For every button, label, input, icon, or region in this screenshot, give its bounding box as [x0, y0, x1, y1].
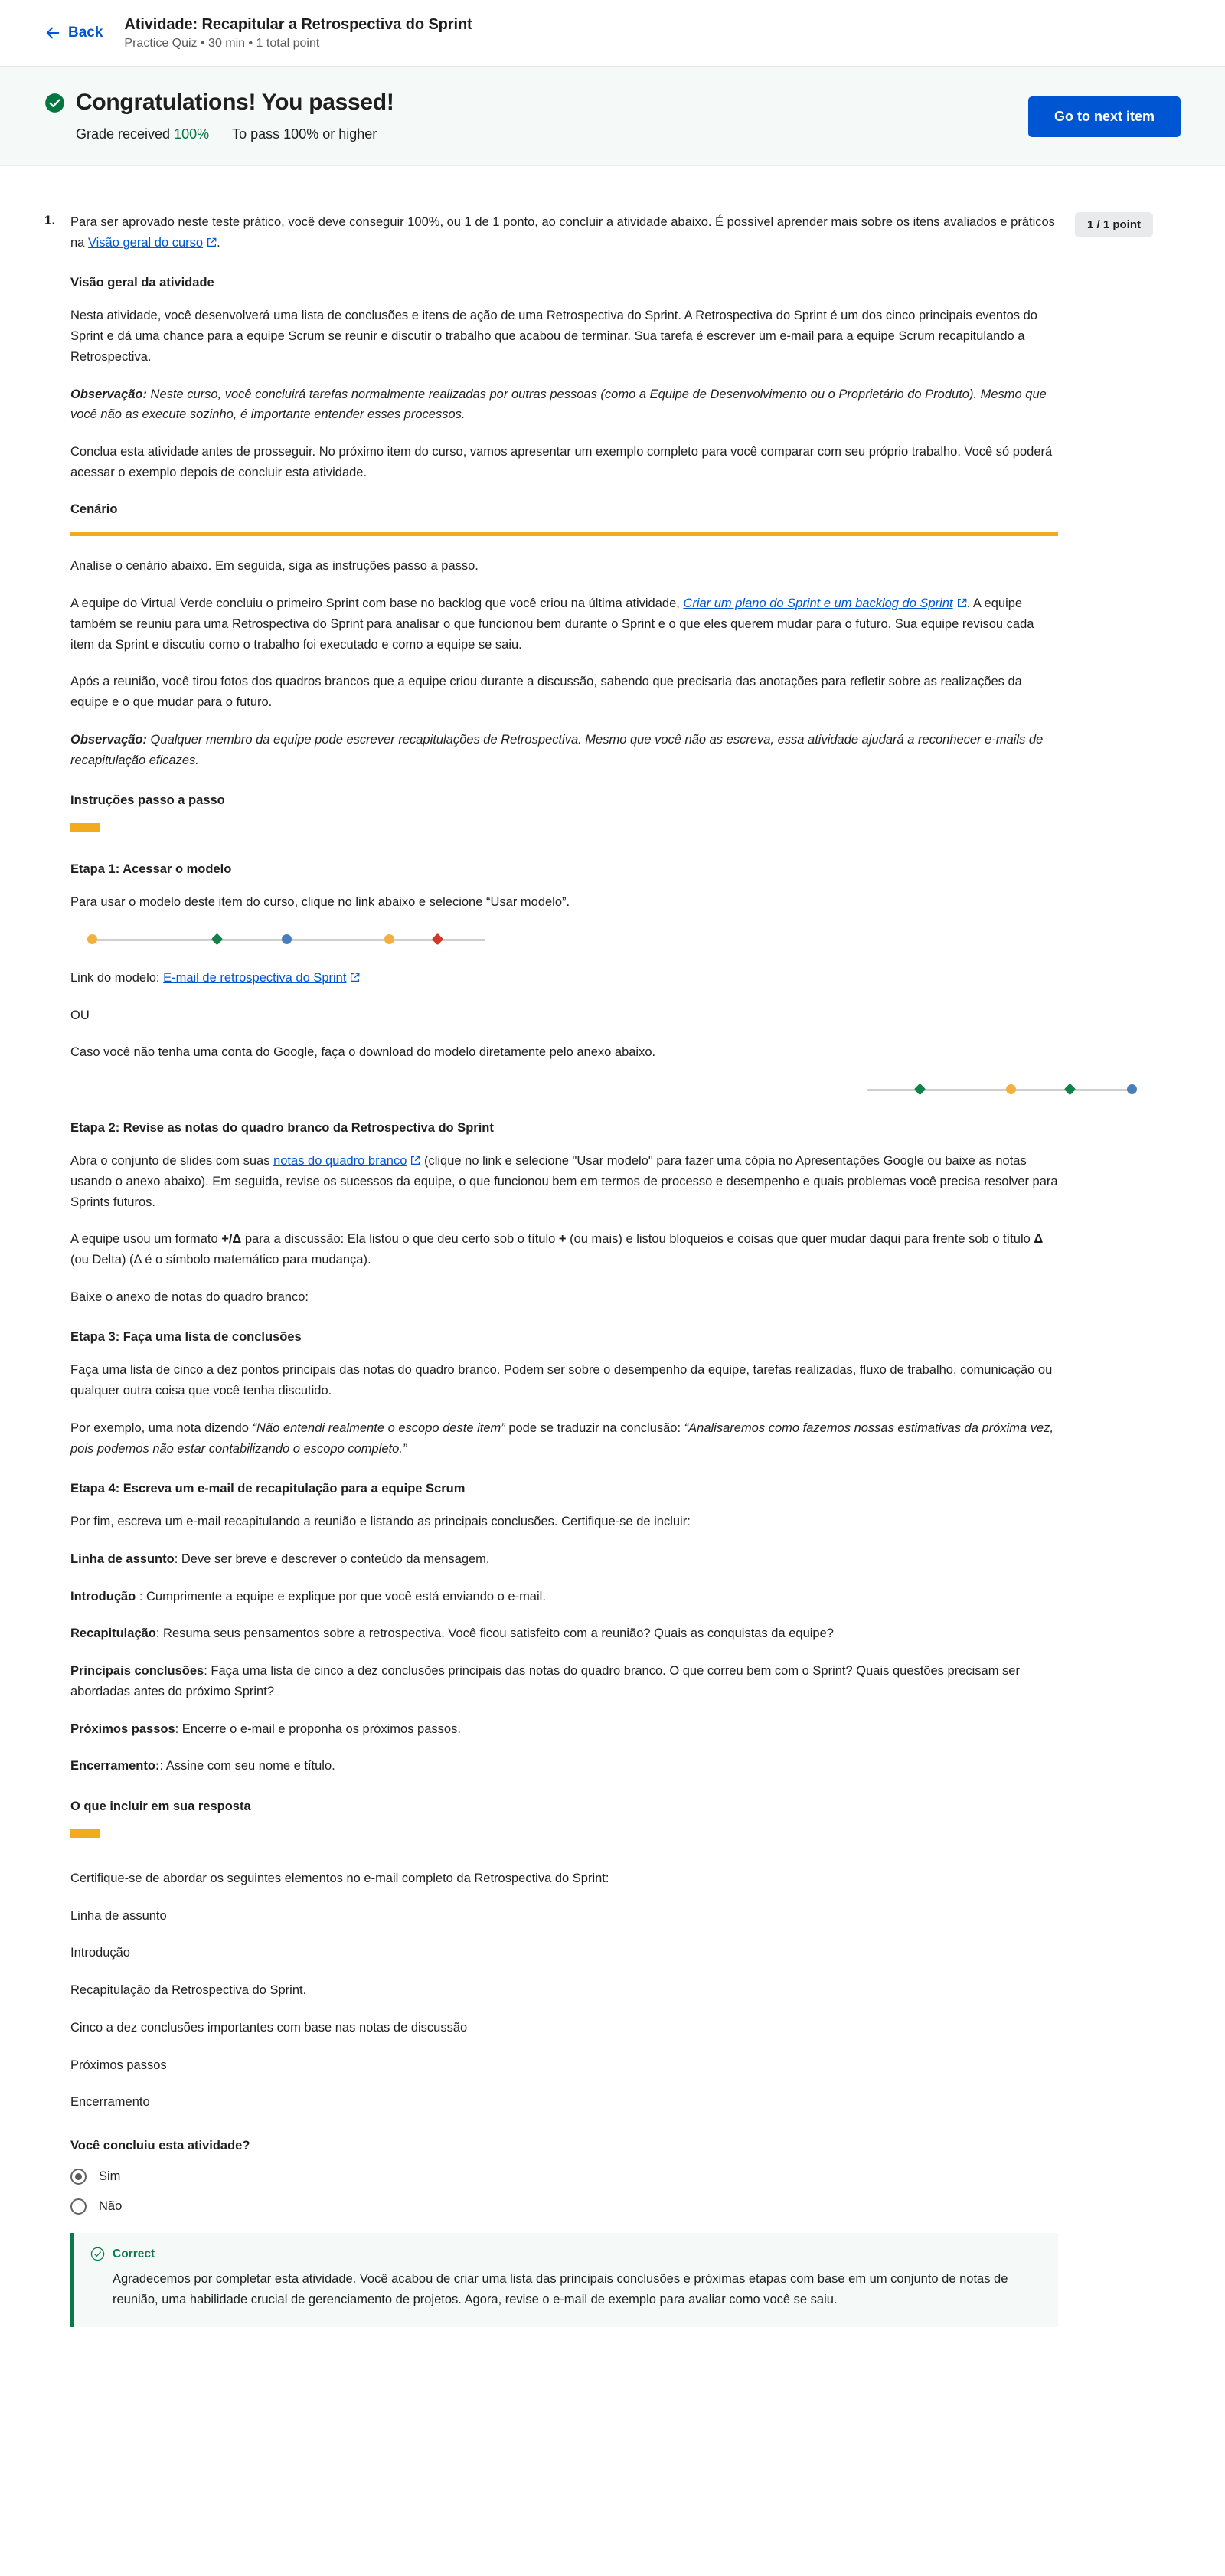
- step-1-paragraph-2: Caso você não tenha uma conta do Google,…: [70, 1045, 656, 1060]
- question-1: 1. Para ser aprovado neste teste prático…: [44, 212, 1181, 2327]
- marker-diamond-red: [431, 933, 444, 946]
- answer-prompt: Você concluiu esta atividade?: [70, 2139, 250, 2153]
- step-1-or: OU: [70, 1008, 90, 1022]
- radio-button[interactable]: [70, 2198, 87, 2215]
- external-link-icon: [957, 598, 966, 608]
- back-arrow-icon: [46, 27, 60, 39]
- radio-option-nao[interactable]: Não: [70, 2198, 1058, 2215]
- feedback-text: Agradecemos por completar esta atividade…: [113, 2272, 1008, 2306]
- question-number: 1.: [44, 213, 56, 227]
- radio-option-label: Sim: [99, 2169, 121, 2184]
- step-2-paragraph-3: Baixe o anexo de notas do quadro branco:: [70, 1290, 309, 1304]
- include-item: Encerramento: [70, 2095, 150, 2110]
- step-2-heading: Etapa 2: Revise as notas do quadro branc…: [70, 1121, 494, 1136]
- grade-received: Grade received 100%: [76, 126, 210, 142]
- include-item: Próximos passos: [70, 2058, 167, 2072]
- step-1-paragraph: Para usar o modelo deste item do curso, …: [70, 895, 570, 910]
- feedback-header: Correct: [90, 2247, 1040, 2261]
- radio-option-sim[interactable]: Sim: [70, 2169, 1058, 2185]
- feedback-correct-box: Correct Agradecemos por completar esta a…: [70, 2233, 1058, 2327]
- instructions-heading: Instruções passo a passo: [70, 793, 225, 808]
- question-intro: Para ser aprovado neste teste prático, v…: [70, 215, 1055, 250]
- question-body: Para ser aprovado neste teste prático, v…: [70, 212, 1137, 2327]
- go-to-next-item-button[interactable]: Go to next item: [1027, 96, 1181, 137]
- marker-diamond-green: [913, 1083, 926, 1096]
- step-4-item: Principais conclusões: Faça uma lista de…: [70, 1664, 1020, 1698]
- include-item: Introdução: [70, 1946, 130, 1960]
- overview-heading: Visão geral da atividade: [70, 276, 214, 290]
- scenario-divider: [70, 532, 1058, 537]
- marker-circle-yellow: [384, 933, 394, 944]
- points-badge: 1 / 1 point: [1075, 212, 1154, 237]
- observation-1: Observação: Neste curso, você concluirá …: [70, 387, 1047, 422]
- step-1-heading: Etapa 1: Acessar o modelo: [70, 862, 232, 877]
- include-item: Linha de assunto: [70, 1908, 167, 1923]
- scenario-paragraph-3: Após a reunião, você tirou fotos dos qua…: [70, 675, 1022, 710]
- quiz-meta: Practice Quiz • 30 min • 1 total point: [124, 36, 320, 50]
- page-title: Atividade: Recapitular a Retrospectiva d…: [124, 15, 472, 33]
- step-2-paragraph-2: A equipe usou um formato +/Δ para a disc…: [70, 1232, 1044, 1267]
- marker-circle-blue: [282, 933, 292, 944]
- course-overview-link[interactable]: Visão geral do curso: [88, 236, 203, 250]
- step-4-item: Recapitulação: Resuma seus pensamentos s…: [70, 1626, 834, 1641]
- marker-diamond-green: [211, 933, 224, 946]
- radio-button-selected[interactable]: [70, 2169, 87, 2185]
- step-1-template-link-row: Link do modelo: E-mail de retrospectiva …: [70, 968, 1058, 989]
- include-item: Recapitulação da Retrospectiva do Sprint…: [70, 1983, 307, 1998]
- step-4-item: Linha de assunto: Deve ser breve e descr…: [70, 1552, 490, 1566]
- marker-circle-yellow: [87, 933, 97, 944]
- radio-option-label: Não: [99, 2199, 122, 2214]
- step-4-item: Próximos passos: Encerre o e-mail e prop…: [70, 1721, 461, 1736]
- include-item: Cinco a dez conclusões importantes com b…: [70, 2020, 468, 2035]
- scenario-paragraph-2: A equipe do Virtual Verde concluiu o pri…: [70, 597, 1034, 652]
- step-4-item: Encerramento:: Assine com seu nome e tít…: [70, 1759, 335, 1773]
- instructions-divider: [70, 823, 100, 832]
- scenario-heading: Cenário: [70, 502, 118, 517]
- step-4-heading: Etapa 4: Escreva um e-mail de recapitula…: [70, 1482, 466, 1496]
- back-button-label: Back: [68, 25, 103, 41]
- quiz-content: 1. Para ser aprovado neste teste prático…: [0, 166, 1225, 2358]
- overview-paragraph-2: Conclua esta atividade antes de prossegu…: [70, 445, 1053, 479]
- grade-value: 100%: [174, 126, 210, 142]
- step-4-item: Introdução : Cumprimente a equipe e expl…: [70, 1589, 546, 1603]
- step-3-heading: Etapa 3: Faça uma lista de conclusões: [70, 1330, 302, 1345]
- feedback-title: Correct: [113, 2247, 155, 2261]
- include-divider: [70, 1829, 100, 1839]
- observation-2: Observação: Qualquer membro da equipe po…: [70, 732, 1044, 767]
- success-check-circle-icon: [45, 93, 64, 113]
- result-title: Congratulations! You passed!: [76, 90, 394, 115]
- top-bar: Back Atividade: Recapitular a Retrospect…: [0, 0, 1225, 67]
- step-2-paragraph-1: Abra o conjunto de slides com suas notas…: [70, 1154, 1058, 1209]
- marker-diamond-green: [1063, 1083, 1076, 1096]
- result-heading-row: Congratulations! You passed!: [44, 90, 394, 116]
- check-circle-outline-icon: [90, 2247, 105, 2261]
- result-banner: Congratulations! You passed! Grade recei…: [0, 67, 1225, 166]
- step-4-paragraph-1: Por fim, escreva um e-mail recapitulando…: [70, 1515, 691, 1529]
- marker-circle-blue: [1127, 1084, 1137, 1095]
- result-summary: Congratulations! You passed! Grade recei…: [44, 87, 394, 142]
- step-3-paragraph-2: Por exemplo, uma nota dizendo “Não enten…: [70, 1420, 1054, 1456]
- external-link-icon: [411, 1156, 420, 1165]
- include-intro: Certifique-se de abordar os seguintes el…: [70, 1872, 609, 1886]
- grade-row: Grade received 100% To pass 100% or high…: [44, 126, 394, 142]
- external-link-icon: [207, 237, 217, 247]
- scenario-paragraph-1: Analise o cenário abaixo. Em seguida, si…: [70, 559, 479, 574]
- decorative-marker-line-2: [70, 1080, 1137, 1098]
- decorative-marker-line-1: [70, 930, 1058, 950]
- pass-requirement: To pass 100% or higher: [232, 126, 377, 142]
- whiteboard-notes-link[interactable]: notas do quadro branco: [273, 1154, 407, 1168]
- external-link-icon: [351, 973, 360, 982]
- sprint-backlog-link[interactable]: Criar um plano do Sprint e um backlog do…: [683, 597, 952, 610]
- include-heading: O que incluir em sua resposta: [70, 1800, 251, 1814]
- marker-line-bar: [867, 1089, 1132, 1092]
- step-3-paragraph-1: Faça uma lista de cinco a dez pontos pri…: [70, 1363, 1053, 1398]
- header-title-block: Atividade: Recapitular a Retrospectiva d…: [124, 16, 472, 51]
- marker-circle-yellow: [1006, 1084, 1016, 1095]
- overview-paragraph-1: Nesta atividade, você desenvolverá uma l…: [70, 309, 1037, 364]
- back-button[interactable]: Back: [44, 25, 103, 41]
- retrospective-email-template-link[interactable]: E-mail de retrospectiva do Sprint: [163, 971, 346, 985]
